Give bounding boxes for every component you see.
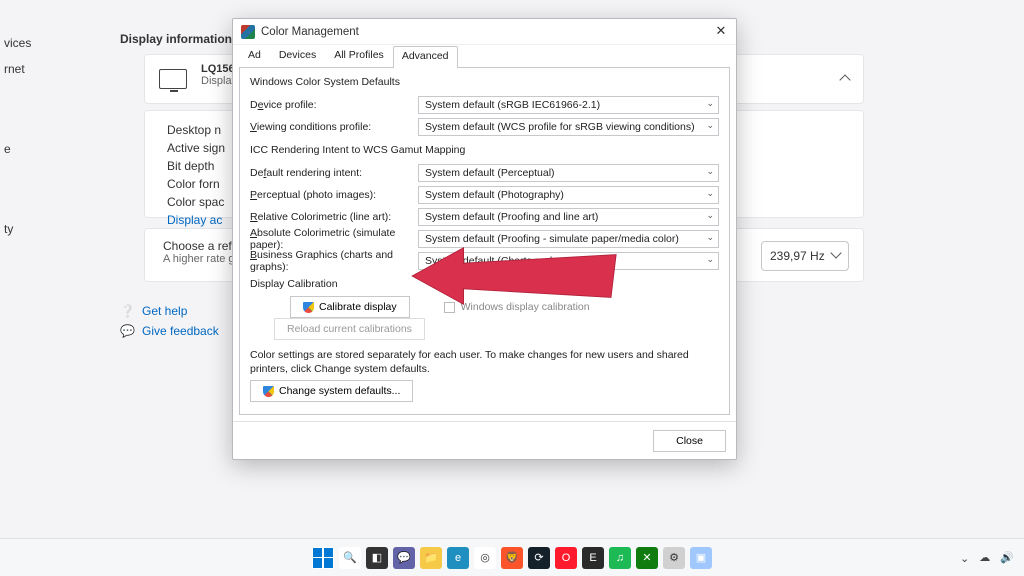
tab-advanced[interactable]: Advanced [393, 46, 458, 68]
chevron-down-icon [832, 249, 840, 263]
volume-icon[interactable]: 🔊 [1000, 551, 1014, 564]
business-graphics-label: Business Graphics (charts and graphs): [250, 249, 410, 273]
cloud-icon[interactable]: ☁ [979, 551, 990, 564]
default-rendering-value: System default (Perceptual) [425, 167, 555, 179]
absolute-colorimetric-select[interactable]: System default (Proofing - simulate pape… [418, 230, 719, 248]
viewing-conditions-select[interactable]: System default (WCS profile for sRGB vie… [418, 118, 719, 136]
chevron-down-icon: ⌄ [706, 254, 714, 265]
taskbar-app-search[interactable]: 🔍 [339, 547, 361, 569]
taskbar-app-colormgmt[interactable]: ▣ [690, 547, 712, 569]
relative-colorimetric-select[interactable]: System default (Proofing and line art) ⌄ [418, 208, 719, 226]
default-rendering-label: Default rendering intent: [250, 167, 410, 179]
device-profile-value: System default (sRGB IEC61966-2.1) [425, 99, 600, 111]
windows-calibration-label: Windows display calibration [461, 301, 590, 313]
section-display-calibration: Display Calibration [250, 278, 719, 290]
reload-calibrations-button: Reload current calibrations [274, 318, 425, 340]
section-wcs-defaults: Windows Color System Defaults [250, 76, 719, 88]
taskbar-app-chat[interactable]: 💬 [393, 547, 415, 569]
sidebar-item-activity[interactable]: ty [0, 216, 55, 242]
taskbar-app-explorer[interactable]: 📁 [420, 547, 442, 569]
absolute-colorimetric-value: System default (Proofing - simulate pape… [425, 233, 679, 245]
close-icon[interactable]: ✕ [712, 23, 730, 41]
chevron-down-icon: ⌄ [706, 166, 714, 177]
absolute-colorimetric-label: Absolute Colorimetric (simulate paper): [250, 227, 410, 251]
relative-colorimetric-label: Relative Colorimetric (line art): [250, 211, 410, 223]
tab-all-profiles[interactable]: All Profiles [325, 45, 393, 67]
taskbar-app-settings[interactable]: ⚙ [663, 547, 685, 569]
dialog-titlebar[interactable]: Color Management ✕ [233, 19, 736, 45]
change-system-defaults-button[interactable]: Change system defaults... [250, 380, 413, 402]
monitor-icon [159, 69, 187, 89]
get-help-link[interactable]: ❔ Get help [120, 304, 219, 318]
chevron-up-icon [841, 73, 849, 87]
chevron-down-icon: ⌄ [706, 120, 714, 131]
settings-sidebar: vices rnet e ty [0, 0, 55, 576]
system-defaults-note: Color settings are stored separately for… [250, 348, 719, 376]
viewing-conditions-value: System default (WCS profile for sRGB vie… [425, 121, 695, 133]
perceptual-select[interactable]: System default (Photography) ⌄ [418, 186, 719, 204]
taskbar-app-edge[interactable]: e [447, 547, 469, 569]
device-profile-label: Device profile: [250, 99, 410, 111]
sidebar-item-internet[interactable]: rnet [0, 56, 55, 82]
close-button[interactable]: Close [653, 430, 726, 452]
taskbar-app-epic[interactable]: E [582, 547, 604, 569]
dialog-tabs: Ad Devices All Profiles Advanced [233, 45, 736, 67]
perceptual-value: System default (Photography) [425, 189, 564, 201]
default-rendering-select[interactable]: System default (Perceptual) ⌄ [418, 164, 719, 182]
perceptual-label: Perceptual (photo images): [250, 189, 410, 201]
display-info-heading: Display information [120, 32, 232, 46]
get-help-label: Get help [142, 304, 187, 318]
device-profile-select[interactable]: System default (sRGB IEC61966-2.1) ⌄ [418, 96, 719, 114]
help-links: ❔ Get help 💬 Give feedback [120, 298, 219, 338]
taskbar: 🔍◧💬📁e◎🦁⟳OE♫✕⚙▣ ⌃ ☁ 🔊 [0, 538, 1024, 576]
taskbar-app-opera[interactable]: O [555, 547, 577, 569]
dialog-title: Color Management [261, 26, 359, 38]
shield-icon [263, 386, 274, 397]
dialog-footer: Close [233, 421, 736, 459]
taskbar-app-brave[interactable]: 🦁 [501, 547, 523, 569]
shield-icon [303, 302, 314, 313]
sidebar-item-storage[interactable]: e [0, 136, 55, 162]
calibrate-display-button[interactable]: Calibrate display [290, 296, 410, 318]
taskbar-app-taskview[interactable]: ◧ [366, 547, 388, 569]
taskbar-app-steam[interactable]: ⟳ [528, 547, 550, 569]
help-icon: ❔ [120, 304, 134, 318]
section-icc-mapping: ICC Rendering Intent to WCS Gamut Mappin… [250, 144, 719, 156]
chevron-down-icon: ⌄ [706, 232, 714, 243]
checkbox-icon [444, 302, 455, 313]
tray-overflow-icon[interactable]: ⌃ [960, 551, 969, 564]
give-feedback-link[interactable]: 💬 Give feedback [120, 324, 219, 338]
sidebar-item-devices[interactable]: vices [0, 30, 55, 56]
color-management-dialog: Color Management ✕ Ad Devices All Profil… [232, 18, 737, 460]
taskbar-app-xbox[interactable]: ✕ [636, 547, 658, 569]
relative-colorimetric-value: System default (Proofing and line art) [425, 211, 598, 223]
windows-calibration-checkbox: Windows display calibration [444, 301, 590, 313]
chevron-down-icon: ⌄ [706, 210, 714, 221]
taskbar-app-chrome[interactable]: ◎ [474, 547, 496, 569]
taskbar-app-start[interactable] [312, 547, 334, 569]
refresh-rate-select[interactable]: 239,97 Hz [761, 241, 849, 271]
feedback-icon: 💬 [120, 324, 134, 338]
business-graphics-value: System default (Charts and [425, 255, 552, 267]
system-tray[interactable]: ⌃ ☁ 🔊 [960, 538, 1014, 576]
color-management-icon [241, 25, 255, 39]
taskbar-app-spotify[interactable]: ♫ [609, 547, 631, 569]
chevron-down-icon: ⌄ [706, 98, 714, 109]
give-feedback-label: Give feedback [142, 324, 219, 338]
refresh-rate-value: 239,97 Hz [770, 249, 825, 263]
taskbar-apps: 🔍◧💬📁e◎🦁⟳OE♫✕⚙▣ [312, 547, 712, 569]
chevron-down-icon: ⌄ [706, 188, 714, 199]
windows-logo-icon [313, 548, 333, 568]
tab-hidden-left[interactable]: Ad [239, 45, 270, 67]
tab-devices[interactable]: Devices [270, 45, 325, 67]
viewing-conditions-label: Viewing conditions profile: [250, 121, 410, 133]
business-graphics-select[interactable]: System default (Charts and ⌄ [418, 252, 719, 270]
advanced-pane: Windows Color System Defaults Device pro… [239, 67, 730, 415]
